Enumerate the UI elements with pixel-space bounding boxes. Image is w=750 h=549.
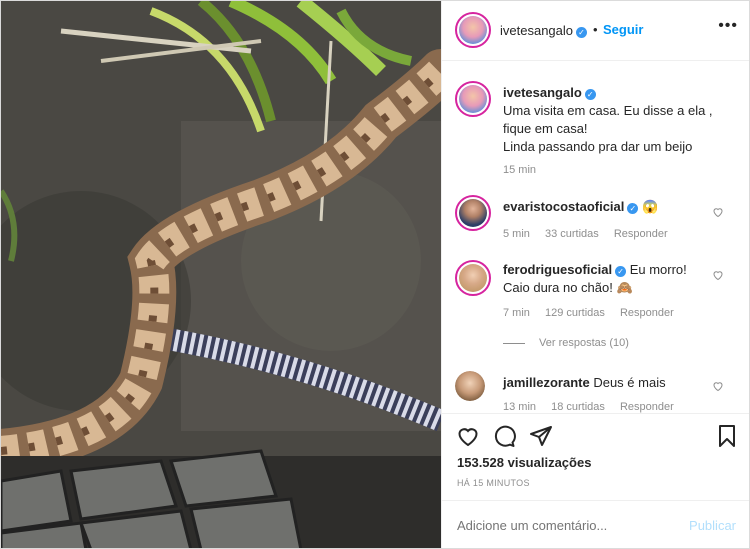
- author-username[interactable]: ivetesangalo ✓: [500, 23, 587, 38]
- comments-list[interactable]: ivetesangalo ✓ Uma visita em casa. Eu dis…: [442, 61, 749, 413]
- caption-username[interactable]: ivetesangalo: [503, 85, 582, 100]
- comment-like-heart-icon[interactable]: [712, 269, 724, 281]
- comment-input[interactable]: [457, 518, 657, 533]
- comment-meta: 5 min 33 curtidas Responder: [503, 228, 680, 240]
- views-count[interactable]: 153.528 visualizações: [457, 455, 591, 470]
- post-timestamp[interactable]: HÁ 15 MINUTOS: [457, 478, 530, 488]
- view-replies-label[interactable]: Ver respostas (10): [539, 337, 629, 349]
- instagram-post-modal: ivetesangalo ✓ • Seguir ••• ivetesangalo ✓…: [0, 0, 750, 549]
- more-options-icon[interactable]: •••: [718, 17, 738, 35]
- caption-line-1: Uma visita em casa. Eu disse a ela ,: [503, 103, 713, 118]
- comment-body-line-1: Eu morro!: [629, 262, 687, 277]
- verified-badge-icon: ✓: [584, 89, 596, 100]
- comment-like-heart-icon[interactable]: [712, 206, 724, 218]
- comment-text: ferodriguesoficial ✓ Eu morro! Caio dura …: [503, 261, 728, 297]
- comment-likes[interactable]: 18 curtidas: [551, 401, 605, 413]
- comment-meta: 13 min 18 curtidas Responder: [503, 401, 686, 413]
- reply-button[interactable]: Responder: [620, 307, 674, 319]
- caption-text: ivetesangalo ✓ Uma visita em casa. Eu dis…: [503, 84, 728, 156]
- comment-time[interactable]: 13 min: [503, 401, 536, 413]
- commenter-avatar[interactable]: [455, 371, 485, 401]
- heart-icon[interactable]: [456, 424, 480, 448]
- comment-likes[interactable]: 33 curtidas: [545, 228, 599, 240]
- verified-badge-icon: ✓: [627, 203, 639, 214]
- author-username-text[interactable]: ivetesangalo: [500, 23, 573, 38]
- reply-button[interactable]: Responder: [614, 228, 668, 240]
- comment-meta: 7 min 129 curtidas Responder: [503, 307, 686, 319]
- comment-icon[interactable]: [492, 424, 516, 448]
- caption-time[interactable]: 15 min: [503, 164, 536, 176]
- reply-button[interactable]: Responder: [620, 401, 674, 413]
- post-video[interactable]: [1, 1, 441, 548]
- publish-button[interactable]: Publicar: [689, 518, 736, 533]
- post-actions: 153.528 visualizações HÁ 15 MINUTOS Publ…: [442, 413, 749, 548]
- comment-likes[interactable]: 129 curtidas: [545, 307, 605, 319]
- comment-time[interactable]: 7 min: [503, 307, 530, 319]
- commenter-username[interactable]: evaristocostaoficial: [503, 199, 624, 214]
- comment-composer: Publicar: [442, 500, 749, 548]
- comment-body: Deus é mais: [593, 375, 666, 390]
- author-avatar[interactable]: [455, 12, 491, 48]
- comment-text: jamillezorante Deus é mais: [503, 374, 728, 392]
- separator-dot: •: [593, 22, 598, 37]
- comment-text: evaristocostaoficial ✓ 😱: [503, 198, 728, 216]
- verified-badge-icon: ✓: [615, 266, 627, 277]
- caption-line-2: fique em casa!: [503, 121, 588, 136]
- commenter-avatar[interactable]: [455, 195, 491, 231]
- comment-time[interactable]: 5 min: [503, 228, 530, 240]
- follow-button[interactable]: Seguir: [603, 22, 643, 37]
- comment-body-line-2: Caio dura no chão! 🙈: [503, 280, 633, 295]
- commenter-avatar[interactable]: [455, 260, 491, 296]
- caption-author-avatar[interactable]: [455, 81, 491, 117]
- bookmark-icon[interactable]: [715, 424, 739, 448]
- post-side-panel: ivetesangalo ✓ • Seguir ••• ivetesangalo ✓…: [441, 1, 749, 548]
- caption-line-3: Linda passando pra dar um beijo: [503, 139, 693, 154]
- post-header: ivetesangalo ✓ • Seguir •••: [442, 1, 749, 61]
- replies-divider: [503, 342, 525, 344]
- commenter-username[interactable]: jamillezorante: [503, 375, 590, 390]
- verified-badge-icon: ✓: [576, 27, 587, 38]
- caption-meta: 15 min: [503, 164, 548, 176]
- paper-plane-icon[interactable]: [529, 424, 553, 448]
- commenter-username[interactable]: ferodriguesoficial: [503, 262, 612, 277]
- video-frame-illustration: [1, 1, 441, 548]
- comment-like-heart-icon[interactable]: [712, 380, 724, 392]
- view-replies-button[interactable]: Ver respostas (10): [503, 337, 629, 349]
- comment-body: 😱: [642, 199, 659, 214]
